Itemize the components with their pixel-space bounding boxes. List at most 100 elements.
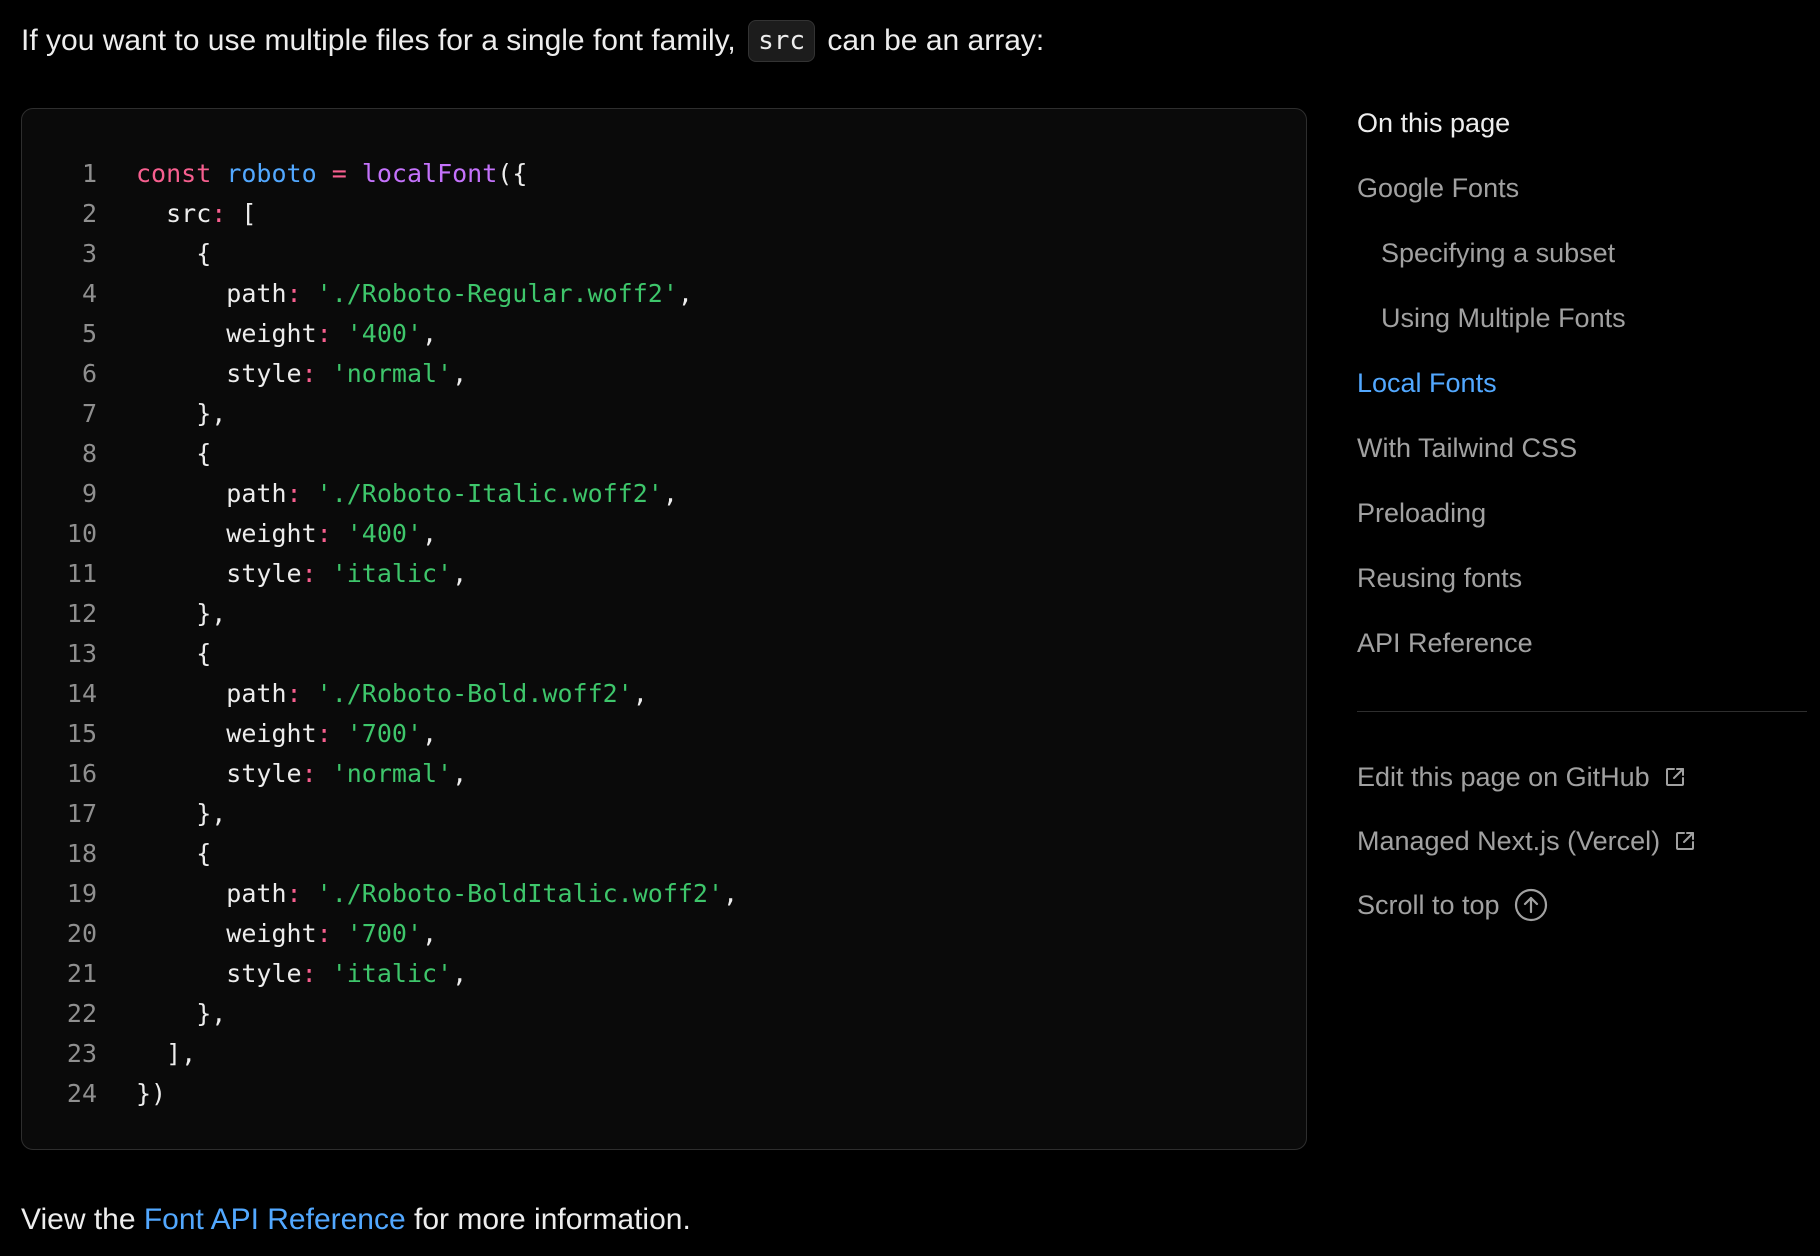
code-token-variable: roboto xyxy=(226,158,317,188)
code-line: 3 { xyxy=(22,233,1306,273)
line-number: 19 xyxy=(66,878,97,908)
font-api-reference-link[interactable]: Font API Reference xyxy=(144,1203,406,1236)
code-token-punct xyxy=(332,919,347,948)
line-number: 20 xyxy=(66,918,97,948)
line-number: 24 xyxy=(66,1078,97,1108)
toc-items: Google Fonts Specifying a subset Using Mul… xyxy=(1357,165,1807,666)
code-token-op: : xyxy=(316,518,332,548)
code-token-punct: { xyxy=(136,638,212,668)
code-line: 21 style: 'italic', xyxy=(22,953,1306,993)
code-token-punct: [ xyxy=(226,198,257,228)
line-number: 15 xyxy=(66,718,97,748)
code-token-punct: , xyxy=(422,318,438,348)
code-token-op: : xyxy=(316,318,332,348)
toc-item-preloading[interactable]: Preloading xyxy=(1357,490,1807,536)
code-token-prop: weight xyxy=(136,318,317,348)
code-token-punct: }, xyxy=(136,598,227,628)
code-token-string: '400' xyxy=(346,318,423,348)
code-lines: 1 const roboto = localFont({2 src: [3 {4 … xyxy=(22,153,1306,1113)
code-line: 13 { xyxy=(22,633,1306,673)
code-token-op: : xyxy=(286,278,302,308)
code-token-string: 'italic' xyxy=(331,558,453,588)
code-token-string: '700' xyxy=(346,918,423,948)
code-token-punct: { xyxy=(136,438,212,468)
external-link-icon xyxy=(1664,766,1686,788)
toc-item-api-reference[interactable]: API Reference xyxy=(1357,620,1807,666)
line-number: 1 xyxy=(81,158,97,188)
scroll-to-top-label: Scroll to top xyxy=(1357,890,1500,920)
line-number: 9 xyxy=(81,478,97,508)
code-token-punct: , xyxy=(723,878,739,908)
code-token-punct xyxy=(332,519,347,548)
code-token-string: './Roboto-BoldItalic.woff2' xyxy=(316,878,724,908)
code-token-punct: , xyxy=(452,758,468,788)
code-token-op: : xyxy=(286,478,302,508)
line-number: 3 xyxy=(81,238,97,268)
code-line: 16 style: 'normal', xyxy=(22,753,1306,793)
edit-on-github-label: Edit this page on GitHub xyxy=(1357,762,1650,792)
code-token-punct xyxy=(211,159,226,188)
code-token-punct: , xyxy=(422,718,438,748)
code-line: 5 weight: '400', xyxy=(22,313,1306,353)
code-line: 12 }, xyxy=(22,593,1306,633)
code-line: 15 weight: '700', xyxy=(22,713,1306,753)
code-token-prop: style xyxy=(136,758,302,788)
code-token-punct: }) xyxy=(136,1078,167,1108)
code-line: 24}) xyxy=(22,1073,1306,1113)
code-line: 9 path: './Roboto-Italic.woff2', xyxy=(22,473,1306,513)
intro-paragraph: If you want to use multiple files for a … xyxy=(21,20,1044,62)
code-token-string: './Roboto-Italic.woff2' xyxy=(316,478,663,508)
code-token-punct xyxy=(332,319,347,348)
code-token-op: : xyxy=(301,358,317,388)
toc-item-local-fonts[interactable]: Local Fonts xyxy=(1357,360,1807,406)
code-block[interactable]: 1 const roboto = localFont({2 src: [3 {4 … xyxy=(21,108,1307,1150)
code-token-prop: path xyxy=(136,678,287,708)
table-of-contents: On this page Google Fonts Specifying a su… xyxy=(1357,100,1807,946)
code-token-prop: path xyxy=(136,478,287,508)
toc-item-with-tailwind-css[interactable]: With Tailwind CSS xyxy=(1357,425,1807,471)
code-line: 19 path: './Roboto-BoldItalic.woff2', xyxy=(22,873,1306,913)
code-token-punct xyxy=(302,479,317,508)
line-number: 18 xyxy=(66,838,97,868)
code-token-punct xyxy=(302,879,317,908)
code-token-punct: , xyxy=(422,518,438,548)
code-token-punct: }, xyxy=(136,398,227,428)
code-token-punct: ({ xyxy=(497,158,528,188)
code-token-punct: , xyxy=(632,678,648,708)
code-token-punct: { xyxy=(136,838,212,868)
line-number: 23 xyxy=(66,1038,97,1068)
code-token-prop: style xyxy=(136,358,302,388)
toc-item-google-fonts[interactable]: Google Fonts xyxy=(1357,165,1807,211)
toc-item-reusing-fonts[interactable]: Reusing fonts xyxy=(1357,555,1807,601)
edit-on-github-link[interactable]: Edit this page on GitHub xyxy=(1357,754,1807,800)
code-token-string: 'normal' xyxy=(331,358,453,388)
code-token-prop: style xyxy=(136,558,302,588)
code-line: 17 }, xyxy=(22,793,1306,833)
code-line: 18 { xyxy=(22,833,1306,873)
intro-text-before: If you want to use multiple files for a … xyxy=(21,24,745,57)
toc-item-specifying-a-subset[interactable]: Specifying a subset xyxy=(1357,230,1807,276)
code-token-op: : xyxy=(316,918,332,948)
code-token-punct: }, xyxy=(136,998,227,1028)
code-token-punct: }, xyxy=(136,798,227,828)
code-token-punct xyxy=(302,679,317,708)
code-line: 8 { xyxy=(22,433,1306,473)
arrow-up-circle-icon xyxy=(1514,888,1548,922)
code-token-op: : xyxy=(301,558,317,588)
code-token-string: '400' xyxy=(346,518,423,548)
line-number: 2 xyxy=(81,198,97,228)
line-number: 13 xyxy=(66,638,97,668)
code-token-punct: , xyxy=(422,918,438,948)
toc-item-using-multiple-fonts[interactable]: Using Multiple Fonts xyxy=(1357,295,1807,341)
code-token-punct: , xyxy=(452,358,468,388)
code-token-prop: path xyxy=(136,878,287,908)
code-token-string: '700' xyxy=(346,718,423,748)
code-token-op: : xyxy=(211,198,227,228)
toc-divider xyxy=(1357,711,1807,712)
code-token-function: localFont xyxy=(361,158,498,188)
scroll-to-top-button[interactable]: Scroll to top xyxy=(1357,882,1807,928)
code-token-op: : xyxy=(286,878,302,908)
code-token-punct: , xyxy=(662,478,678,508)
code-token-punct xyxy=(317,159,332,188)
managed-nextjs-link[interactable]: Managed Next.js (Vercel) xyxy=(1357,818,1807,864)
